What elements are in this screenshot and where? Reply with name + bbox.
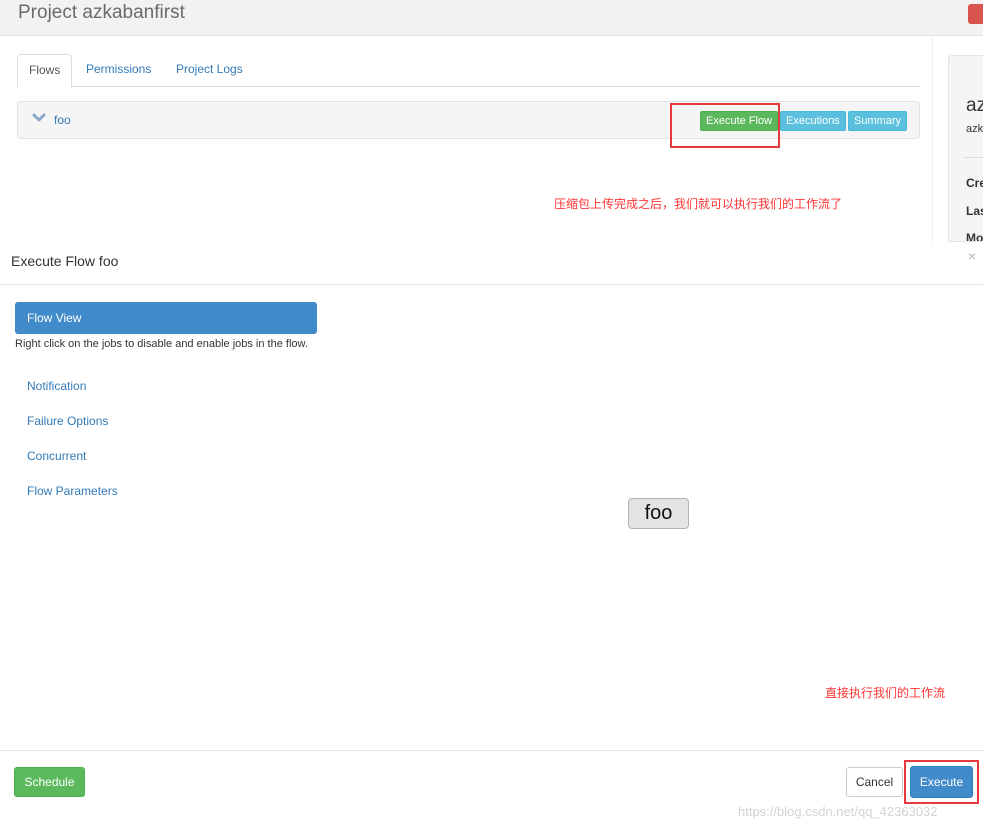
created-label: Cre bbox=[966, 176, 983, 190]
tab-flows[interactable]: Flows bbox=[17, 54, 73, 88]
flow-name-link[interactable]: foo bbox=[54, 113, 71, 127]
tab-permissions[interactable]: Permissions bbox=[75, 54, 162, 87]
sidebar-item-failure-options[interactable]: Failure Options bbox=[27, 414, 108, 428]
execute-flow-modal: Execute Flow foo × Flow View Right click… bbox=[0, 242, 983, 831]
cancel-button[interactable]: Cancel bbox=[846, 767, 903, 797]
flow-graph-node[interactable]: foo bbox=[628, 498, 689, 529]
column-divider bbox=[932, 36, 933, 242]
flow-view-help-text: Right click on the jobs to disable and e… bbox=[15, 338, 308, 350]
modified-by-label: Mo bbox=[966, 231, 983, 242]
sidebar-item-flow-view[interactable]: Flow View bbox=[15, 302, 317, 334]
modal-title: Execute Flow foo bbox=[11, 253, 119, 269]
flow-row[interactable]: foo Execute Flow Executions Summary bbox=[17, 101, 920, 139]
annotation-execute-note: 直接执行我们的工作流 bbox=[825, 686, 946, 700]
project-info-panel: az azk Cre Las Mo bbox=[948, 55, 983, 242]
close-icon[interactable]: × bbox=[968, 248, 976, 264]
schedule-button[interactable]: Schedule bbox=[14, 767, 85, 797]
sidebar-item-flow-parameters[interactable]: Flow Parameters bbox=[27, 484, 118, 498]
modal-header-divider bbox=[0, 284, 983, 285]
header-action-button[interactable] bbox=[968, 4, 983, 24]
project-tabs: Flows Permissions Project Logs bbox=[17, 54, 920, 88]
divider bbox=[963, 157, 983, 158]
watermark: https://blog.csdn.net/qq_42363032 bbox=[738, 804, 938, 819]
last-modified-label: Las bbox=[966, 204, 983, 218]
chevron-down-icon[interactable] bbox=[32, 111, 46, 125]
project-info-name: az bbox=[966, 95, 983, 116]
highlight-box-execute-flow bbox=[670, 103, 780, 148]
modal-footer-divider bbox=[0, 750, 983, 751]
summary-button[interactable]: Summary bbox=[848, 111, 908, 131]
project-info-subtitle: azk bbox=[966, 123, 983, 135]
tab-project-logs[interactable]: Project Logs bbox=[165, 54, 254, 87]
sidebar-item-concurrent[interactable]: Concurrent bbox=[27, 449, 86, 463]
sidebar-item-notification[interactable]: Notification bbox=[27, 379, 86, 393]
annotation-upload-note: 压缩包上传完成之后，我们就可以执行我们的工作流了 bbox=[554, 197, 843, 211]
project-header: Project azkabanfirst bbox=[0, 0, 983, 36]
project-title: Project azkabanfirst bbox=[18, 2, 185, 23]
executions-button[interactable]: Executions bbox=[780, 111, 846, 131]
highlight-box-execute bbox=[904, 760, 979, 804]
